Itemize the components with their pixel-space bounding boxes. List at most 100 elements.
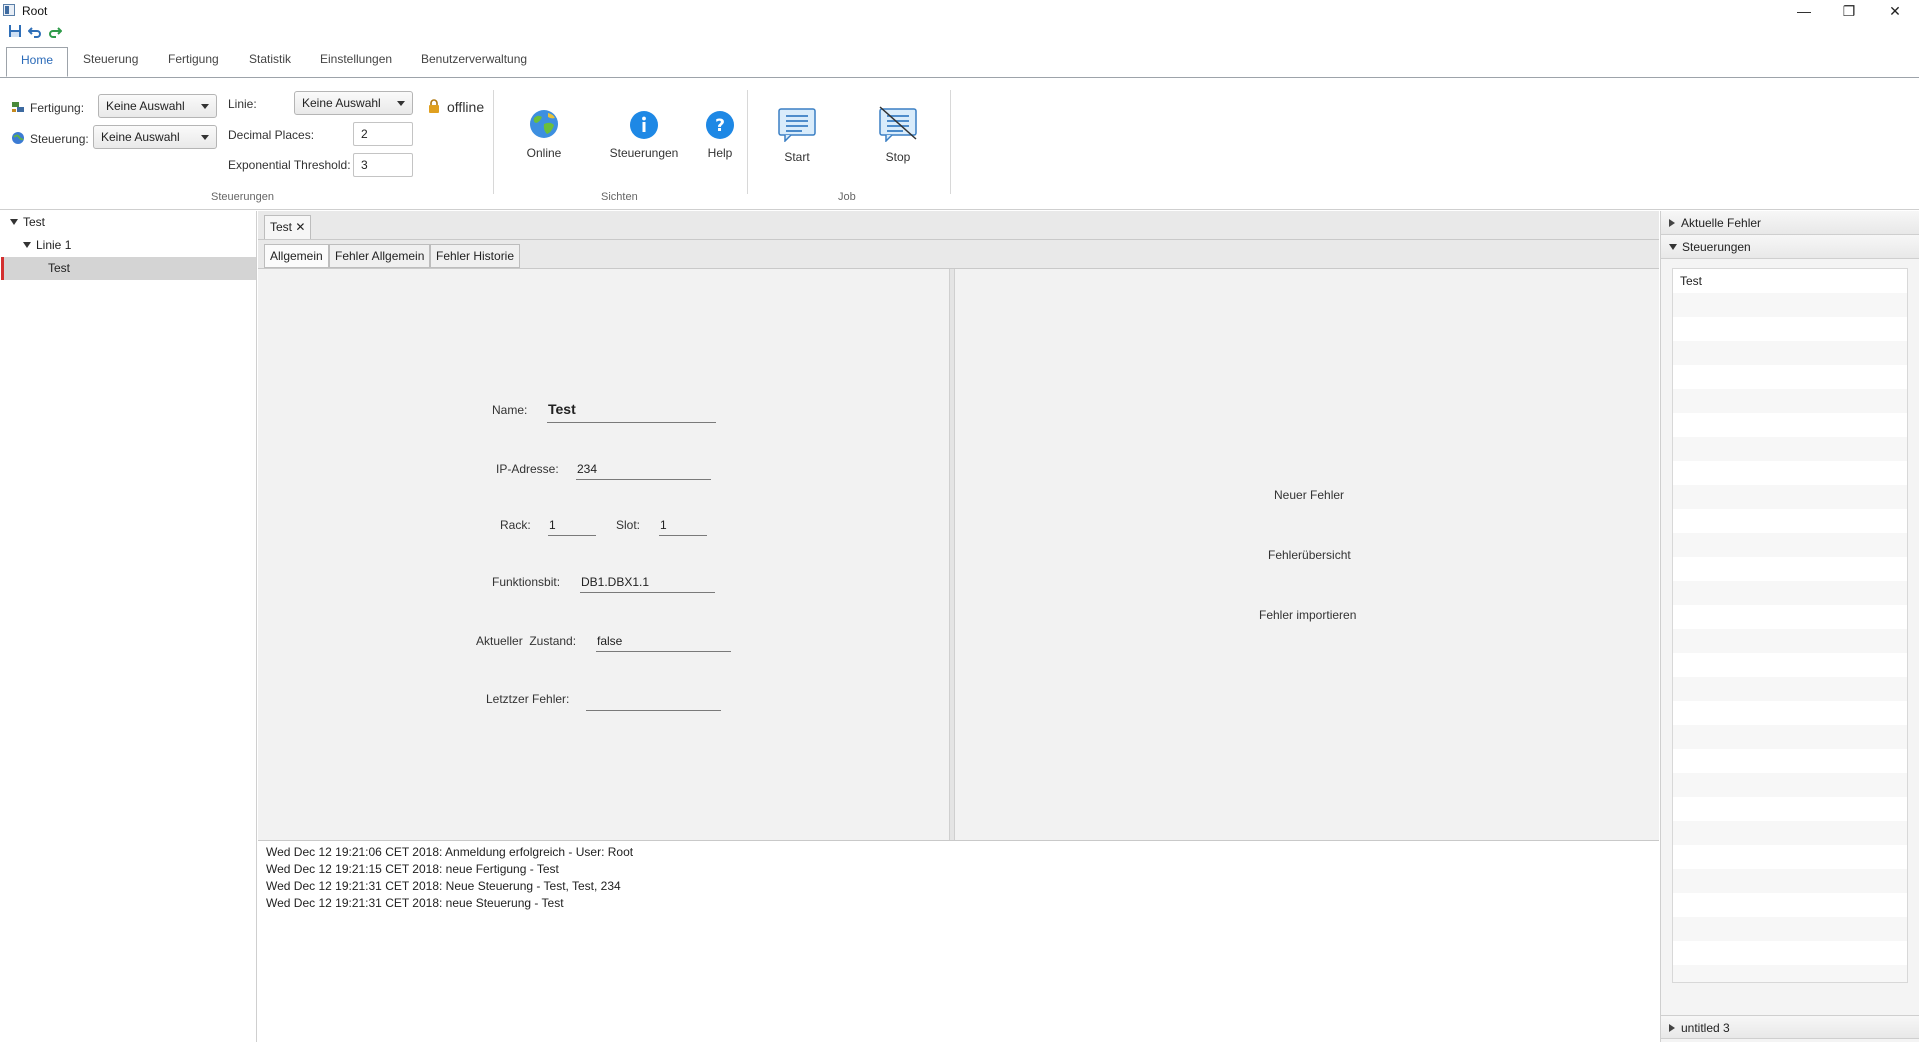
stop-button[interactable]: Stop [878,150,918,164]
redo-icon[interactable] [48,24,62,38]
decimal-places-label: Decimal Places: [228,128,315,142]
window-title: Root [22,4,48,18]
list-row-empty [1673,341,1907,365]
steuerung-icon [12,132,24,144]
tab-allgemein[interactable]: Allgemein [264,244,329,268]
list-row-empty [1673,965,1907,982]
list-row-empty [1673,293,1907,317]
tab-fehler-historie[interactable]: Fehler Historie [430,244,521,268]
list-row-empty [1673,629,1907,653]
tab-fertigung[interactable]: Fertigung [154,47,233,77]
tab-statistik[interactable]: Statistik [235,47,305,77]
tab-benutzerverwaltung[interactable]: Benutzerverwaltung [407,47,541,77]
tree-node-label: Linie 1 [36,238,72,252]
tree-node-line[interactable]: Linie 1 [23,234,71,257]
document-tab-label: Test [270,220,293,234]
expanded-arrow-icon [1669,244,1677,250]
decimal-places-input[interactable]: 2 [353,122,413,146]
expand-arrow-icon[interactable] [10,219,18,225]
accordion-untitled[interactable]: untitled 3 [1661,1015,1919,1039]
ribbon-separator [747,90,748,194]
connection-status: offline [447,99,485,115]
tree-selection-highlight [1,257,256,280]
current-state-field[interactable]: false [596,633,731,652]
chevron-down-icon [201,135,209,140]
linie-select-value: Keine Auswahl [302,96,381,110]
navigation-tree [0,211,257,1042]
app-icon [3,4,15,16]
log-entry: Wed Dec 12 19:21:15 CET 2018: neue Ferti… [266,862,559,876]
name-field[interactable]: Test [547,400,716,423]
document-tab[interactable]: Test ✕ [264,215,312,239]
fertigung-label: Fertigung: [30,101,85,115]
start-list-icon[interactable] [778,108,816,142]
tab-home[interactable]: Home [6,47,69,77]
steuerung-select[interactable]: Keine Auswahl [93,125,217,149]
funktionsbit-field[interactable]: DB1.DBX1.1 [580,574,715,593]
list-row-empty [1673,725,1907,749]
list-row-empty [1673,509,1907,533]
document-tab-bar [258,211,1659,240]
tree-node-root[interactable]: Test [10,211,45,234]
group-label-sichten: Sichten [601,191,638,203]
group-label-job: Job [838,191,856,203]
last-error-field[interactable] [586,692,721,711]
close-icon[interactable]: ✕ [295,220,305,234]
tab-fehler-allgemein[interactable]: Fehler Allgemein [329,244,431,268]
list-row-empty [1673,677,1907,701]
expand-arrow-icon[interactable] [23,242,31,248]
list-row-empty [1673,317,1907,341]
svg-text:?: ? [715,116,725,136]
help-button[interactable]: Help [700,146,740,160]
chevron-down-icon [201,104,209,109]
error-overview-button[interactable]: Fehlerübersicht [1268,548,1351,562]
accordion-aktuelle-fehler[interactable]: Aktuelle Fehler [1661,211,1919,235]
list-row-empty [1673,821,1907,845]
list-row-empty [1673,893,1907,917]
tab-einstellungen[interactable]: Einstellungen [306,47,406,77]
funktionsbit-label: Funktionsbit: [492,575,561,589]
linie-select[interactable]: Keine Auswahl [294,91,413,115]
online-button[interactable]: Online [512,146,576,160]
globe-icon[interactable] [528,108,560,140]
info-icon[interactable] [629,110,659,140]
tree-node-label: Test [23,215,46,229]
ribbon-separator [950,90,951,194]
last-error-label: Letztzer Fehler: [486,692,570,706]
save-icon[interactable] [8,24,22,38]
log-entry: Wed Dec 12 19:21:06 CET 2018: Anmeldung … [266,845,634,859]
exponential-threshold-input[interactable]: 3 [353,153,413,177]
list-item[interactable]: Test [1673,269,1907,293]
minimize-button[interactable]: — [1782,0,1826,22]
list-row-empty [1673,749,1907,773]
steuerungen-view-button[interactable]: Steuerungen [601,146,687,160]
stop-list-icon[interactable] [878,106,918,142]
list-row-empty [1673,605,1907,629]
ribbon-separator [493,90,494,194]
slot-label: Slot: [616,518,641,532]
import-errors-button[interactable]: Fehler importieren [1259,608,1356,622]
list-row-empty [1673,869,1907,893]
collapsed-arrow-icon [1669,219,1675,227]
ip-address-field[interactable]: 234 [576,461,711,480]
tab-steuerung[interactable]: Steuerung [69,47,152,77]
accordion-steuerungen[interactable]: Steuerungen [1661,235,1919,259]
rack-field[interactable]: 1 [548,517,596,536]
help-icon[interactable]: ? [705,110,735,140]
close-button[interactable]: ✕ [1873,0,1917,22]
start-button[interactable]: Start [777,150,817,164]
fertigung-select[interactable]: Keine Auswahl [98,94,217,118]
ribbon-bottom-border [0,209,1919,210]
list-row-empty [1673,917,1907,941]
list-row-empty [1673,773,1907,797]
maximize-button[interactable]: ❐ [1827,0,1871,22]
fertigung-icon [12,102,24,112]
collapsed-arrow-icon [1669,1024,1675,1032]
fertigung-select-value: Keine Auswahl [106,99,185,113]
tree-node-leaf[interactable]: Test [48,257,70,280]
exponential-threshold-label: Exponential Threshold: [228,158,351,172]
new-error-button[interactable]: Neuer Fehler [1274,488,1344,502]
slot-field[interactable]: 1 [659,517,707,536]
undo-icon[interactable] [28,24,42,38]
steuerungen-list[interactable]: Test [1672,268,1908,983]
